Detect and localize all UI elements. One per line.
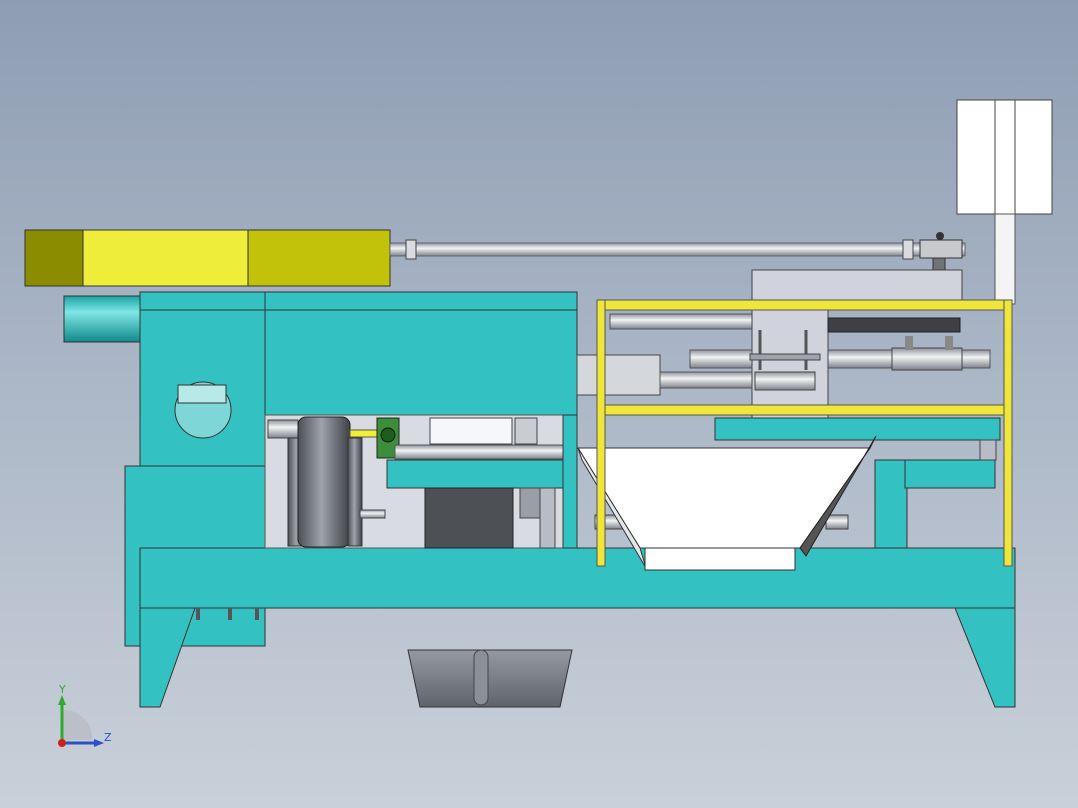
inner-mechanism[interactable] [264,414,576,549]
machine-assembly-model[interactable] [0,0,1078,808]
vertical-plate[interactable] [956,99,1053,305]
coordinate-triad: Y Z [50,683,120,755]
cad-viewport[interactable]: Y Z [0,0,1078,808]
z-axis-label: Z [104,731,112,744]
base-frame[interactable] [139,547,1016,708]
collection-tray[interactable] [407,649,573,708]
y-axis-label: Y [59,683,66,696]
drive-motor[interactable] [24,229,391,287]
left-cylinder[interactable] [63,295,145,343]
